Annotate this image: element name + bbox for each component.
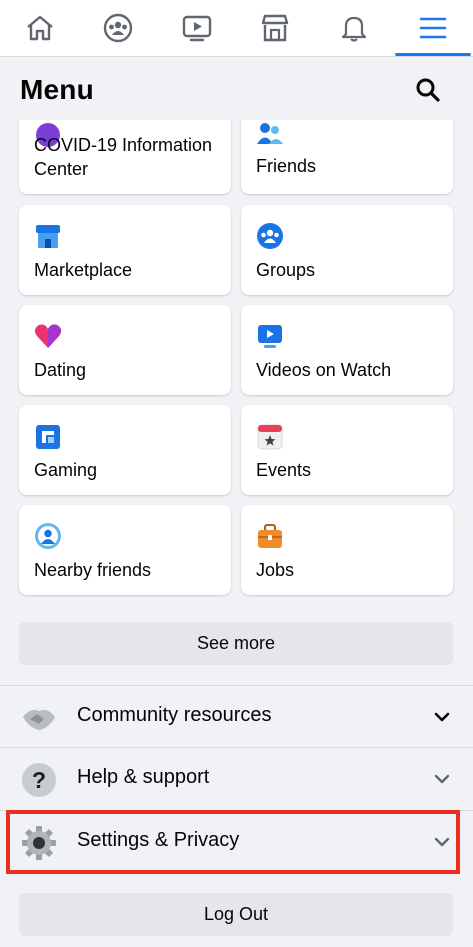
shortcut-groups[interactable]: Groups [241,205,453,295]
shortcut-label: COVID-19 Information Center [34,135,213,179]
shortcut-label: Events [256,460,312,480]
shortcut-videos-on-watch[interactable]: Videos on Watch [241,305,453,395]
see-more-button[interactable]: See more [19,622,453,665]
shortcut-friends[interactable]: Friends [241,120,453,194]
groups-icon [103,13,133,43]
shortcut-jobs[interactable]: Jobs [241,505,453,595]
shortcut-label: Jobs [256,560,295,580]
marketplace-icon [36,225,60,248]
row-label: Community resources [77,704,272,726]
chevron-down-icon [434,774,450,784]
shortcut-nearby-friends[interactable]: Nearby friends [19,505,231,595]
gaming-icon [36,425,60,449]
search-icon [416,78,440,102]
marketplace-tab[interactable] [247,6,303,50]
jobs-icon [258,524,282,548]
shortcut-covid-info[interactable]: COVID-19 Information Center [19,120,231,194]
shortcuts-grid: COVID-19 Information Center Friends Mark… [0,120,473,600]
shortcut-label: Gaming [34,460,98,480]
chevron-down-icon [434,712,450,722]
groups-icon [257,223,283,249]
menu-tab[interactable] [395,6,471,56]
shortcut-label: Marketplace [34,260,133,280]
nearby-friends-icon [35,523,61,549]
watch-icon [258,325,282,348]
top-navigation-bar [0,0,473,57]
handshake-icon [23,709,55,730]
notifications-tab[interactable] [326,6,382,50]
search-button[interactable] [412,74,444,106]
home-tab[interactable] [12,6,68,50]
page-title: Menu [20,74,94,105]
shortcut-label: Dating [34,360,87,380]
marketplace-icon [261,14,289,42]
shortcut-label: Groups [256,260,316,280]
shortcut-gaming[interactable]: Gaming [19,405,231,495]
dating-icon [34,324,62,348]
shortcut-label: Videos on Watch [256,360,392,380]
question-icon: ? [22,763,56,797]
watch-tab[interactable] [169,6,225,50]
home-icon [27,15,53,41]
menu-icon [419,17,447,39]
friends-icon [257,123,283,144]
log-out-button[interactable]: Log Out [19,893,453,936]
bell-icon [341,16,367,42]
events-icon [257,424,283,450]
shortcut-label: Nearby friends [34,560,152,580]
community-resources-row[interactable]: Community resources [0,686,473,748]
help-support-row[interactable]: ? Help & support [0,748,473,810]
shortcut-dating[interactable]: Dating [19,305,231,395]
settings-highlight-box [6,810,460,874]
shortcut-label: Friends [256,156,317,176]
svg-text:?: ? [32,767,46,793]
watch-icon [182,15,212,42]
row-label: Help & support [77,766,210,788]
groups-tab[interactable] [90,6,146,50]
shortcut-events[interactable]: Events [241,405,453,495]
shortcut-marketplace[interactable]: Marketplace [19,205,231,295]
